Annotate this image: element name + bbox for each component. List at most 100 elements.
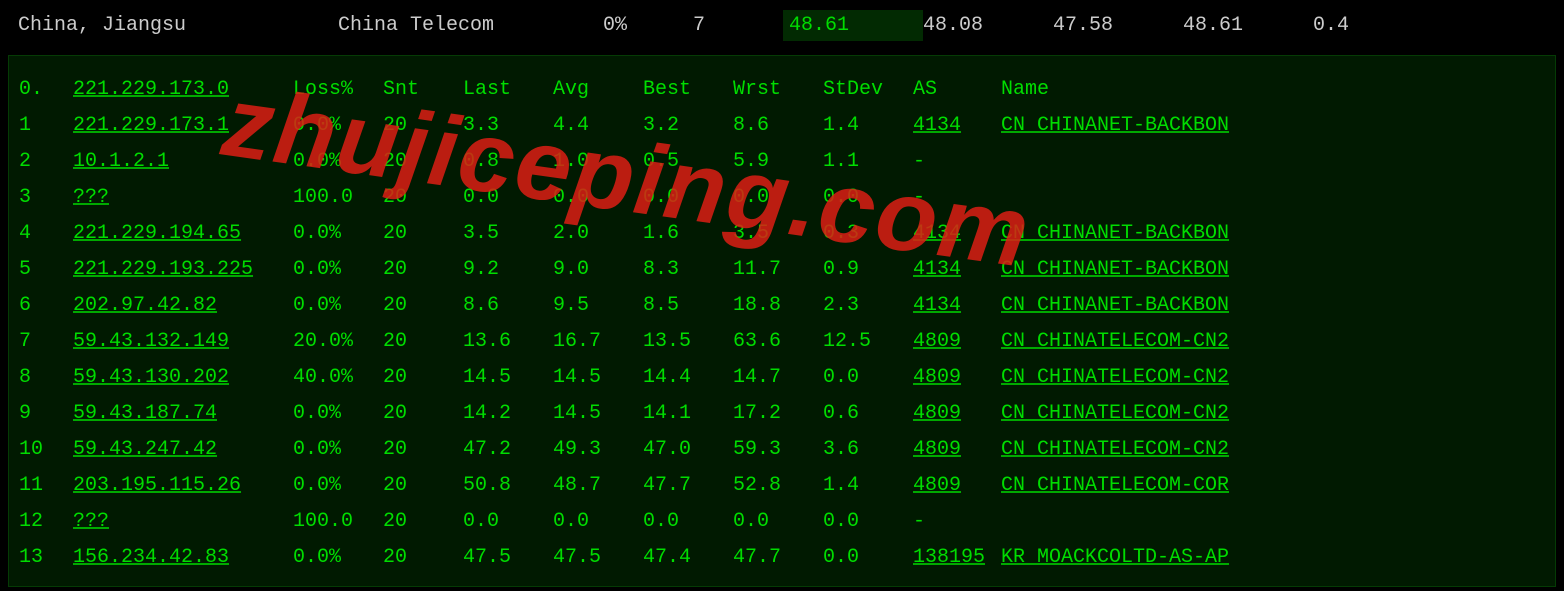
hop-last: 0.8 [463,144,553,180]
hop-as[interactable]: 4809 [913,360,1001,396]
hop-number: 11 [19,468,73,504]
hop-wrst: 14.7 [733,360,823,396]
col-hop: 0. [19,72,73,108]
hop-snt: 20 [383,252,463,288]
hop-as-name[interactable]: CN CHINATELECOM-CN2 [1001,324,1545,360]
hop-wrst: 3.5 [733,216,823,252]
hop-loss: 20.0% [293,324,383,360]
hop-wrst: 47.7 [733,540,823,576]
hop-last: 14.5 [463,360,553,396]
hop-loss: 40.0% [293,360,383,396]
col-best: Best [643,72,733,108]
hop-number: 5 [19,252,73,288]
hop-as[interactable]: 4809 [913,396,1001,432]
hop-best: 0.5 [643,144,733,180]
hop-as[interactable]: 4809 [913,324,1001,360]
hop-snt: 20 [383,324,463,360]
hop-row: 859.43.130.20240.0%2014.514.514.414.70.0… [19,360,1545,396]
hop-as[interactable]: 138195 [913,540,1001,576]
hop-wrst: 5.9 [733,144,823,180]
hop-snt: 20 [383,540,463,576]
hop-as[interactable]: 4809 [913,432,1001,468]
hop-host[interactable]: 221.229.193.225 [73,252,293,288]
hop-host[interactable]: 59.43.132.149 [73,324,293,360]
hop-avg: 9.0 [553,252,643,288]
hop-number: 2 [19,144,73,180]
hop-stdev: 0.0 [823,360,913,396]
col-loss: Loss% [293,72,383,108]
col-last: Last [463,72,553,108]
hop-loss: 0.0% [293,396,383,432]
hop-as-name [1001,144,1545,180]
hop-as-name [1001,180,1545,216]
hop-host[interactable]: 202.97.42.82 [73,288,293,324]
col-wrst: Wrst [733,72,823,108]
hop-as-name[interactable]: KR MOACKCOLTD-AS-AP [1001,540,1545,576]
hop-avg: 14.5 [553,360,643,396]
hop-stdev: 0.9 [823,252,913,288]
hop-avg: 9.5 [553,288,643,324]
hop-snt: 20 [383,396,463,432]
hop-as[interactable]: 4809 [913,468,1001,504]
summary-wrst: 48.61 [1183,14,1313,37]
hop-host[interactable]: 59.43.130.202 [73,360,293,396]
hop-best: 8.5 [643,288,733,324]
hop-avg: 2.0 [553,216,643,252]
hop-host[interactable]: 203.195.115.26 [73,468,293,504]
hop-last: 47.5 [463,540,553,576]
hop-as-name[interactable]: CN CHINANET-BACKBON [1001,252,1545,288]
hop-number: 4 [19,216,73,252]
hop-as-name[interactable]: CN CHINATELECOM-COR [1001,468,1545,504]
summary-count: 7 [693,14,783,37]
hop-host[interactable]: 221.229.194.65 [73,216,293,252]
hop-stdev: 1.4 [823,468,913,504]
hop-as-name[interactable]: CN CHINANET-BACKBON [1001,216,1545,252]
hop-as[interactable]: 4134 [913,216,1001,252]
hop-best: 47.7 [643,468,733,504]
hop-avg: 47.5 [553,540,643,576]
hop-as-name[interactable]: CN CHINATELECOM-CN2 [1001,432,1545,468]
hop-host[interactable]: 10.1.2.1 [73,144,293,180]
hop-host[interactable]: 59.43.187.74 [73,396,293,432]
hop-snt: 20 [383,504,463,540]
hop-host[interactable]: 59.43.247.42 [73,432,293,468]
hop-as-name[interactable]: CN CHINATELECOM-CN2 [1001,360,1545,396]
hop-loss: 0.0% [293,540,383,576]
col-name: Name [1001,72,1545,108]
hop-best: 0.0 [643,180,733,216]
hop-as-name[interactable]: CN CHINATELECOM-CN2 [1001,396,1545,432]
hop-host[interactable]: 221.229.173.1 [73,108,293,144]
hop-as-name[interactable]: CN CHINANET-BACKBON [1001,288,1545,324]
hop-best: 14.4 [643,360,733,396]
col-host[interactable]: 221.229.173.0 [73,72,293,108]
hop-loss: 100.0 [293,180,383,216]
location-label: China, Jiangsu [18,14,338,37]
hop-stdev: 0.0 [823,504,913,540]
hop-avg: 4.4 [553,108,643,144]
hop-snt: 20 [383,144,463,180]
hop-avg: 14.5 [553,396,643,432]
hop-as[interactable]: 4134 [913,252,1001,288]
hop-wrst: 59.3 [733,432,823,468]
hop-host[interactable]: ??? [73,504,293,540]
hop-snt: 20 [383,180,463,216]
hop-host[interactable]: 156.234.42.83 [73,540,293,576]
summary-bar: China, Jiangsu China Telecom 0% 7 48.61 … [0,0,1564,51]
hop-avg: 49.3 [553,432,643,468]
hop-as[interactable]: 4134 [913,288,1001,324]
hop-snt: 20 [383,288,463,324]
hop-loss: 0.0% [293,144,383,180]
summary-loss: 0% [603,14,693,37]
hop-host[interactable]: ??? [73,180,293,216]
hop-stdev: 1.4 [823,108,913,144]
hop-as[interactable]: 4134 [913,108,1001,144]
hop-number: 8 [19,360,73,396]
hop-loss: 0.0% [293,216,383,252]
hop-as-name [1001,504,1545,540]
hop-wrst: 8.6 [733,108,823,144]
hop-avg: 16.7 [553,324,643,360]
hop-as-name[interactable]: CN CHINANET-BACKBON [1001,108,1545,144]
hop-best: 14.1 [643,396,733,432]
hop-best: 8.3 [643,252,733,288]
hop-stdev: 0.6 [823,396,913,432]
